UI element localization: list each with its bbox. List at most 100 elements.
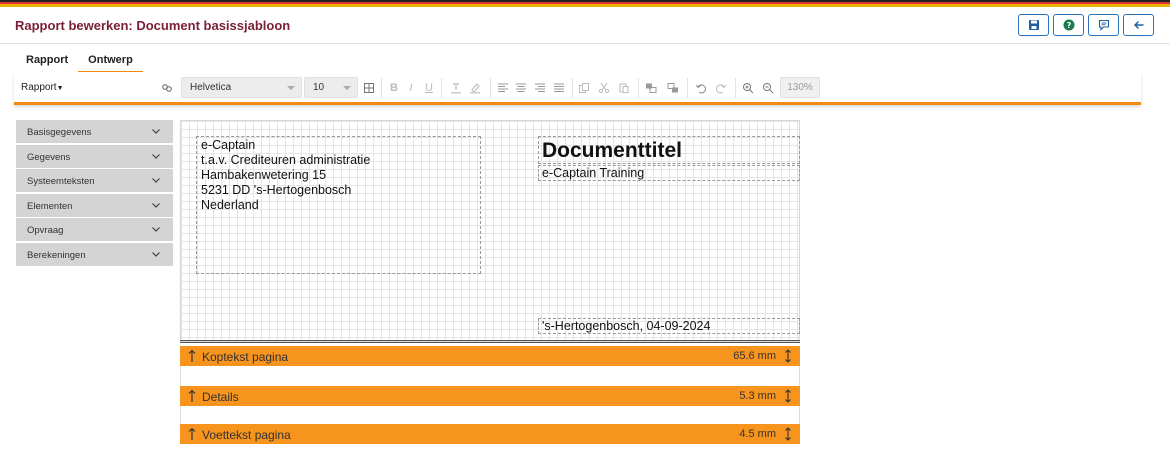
bring-front-icon[interactable] — [644, 81, 658, 95]
band-label: Voettekst pagina — [202, 428, 291, 442]
sidebar-item-berekeningen[interactable]: Berekeningen — [16, 242, 173, 266]
chevron-down-icon — [152, 153, 160, 159]
chevron-down-icon — [152, 129, 160, 134]
arrow-up-icon — [188, 350, 196, 362]
align-right-icon[interactable] — [533, 81, 547, 95]
band-label: Koptekst pagina — [202, 350, 289, 364]
sidebar-item-label: Opvraag — [27, 225, 64, 236]
section-separator — [180, 340, 800, 343]
arrow-left-icon — [1133, 21, 1143, 29]
rapport-menu[interactable]: Rapport▼ — [21, 82, 64, 93]
band-footer[interactable]: Voettekst pagina 4.5 mm — [180, 424, 800, 444]
toolbar-divider — [381, 78, 382, 98]
place-date-field[interactable]: 's-Hertogenbosch, 04-09-2024 — [538, 318, 800, 334]
zoom-level[interactable]: 130% — [780, 77, 820, 98]
resize-vertical-icon[interactable] — [784, 427, 792, 441]
sidebar-item-opvraag[interactable]: Opvraag — [16, 218, 173, 241]
resize-vertical-icon[interactable] — [784, 389, 792, 403]
floppy-disk-icon — [1028, 20, 1039, 30]
link-icon[interactable] — [160, 81, 174, 95]
align-center-icon[interactable] — [514, 81, 528, 95]
sidebar-item-label: Gegevens — [27, 151, 71, 163]
help-button[interactable]: ? — [1053, 14, 1084, 36]
tab-ontwerp[interactable]: Ontwerp — [78, 52, 143, 73]
arrow-up-icon — [188, 390, 196, 402]
toolbar-divider — [441, 78, 442, 98]
comment-button[interactable] — [1088, 14, 1119, 36]
address-line: 5231 DD 's-Hertogenbosch — [201, 183, 352, 197]
address-block[interactable]: e-Captain t.a.v. Crediteuren administrat… — [196, 136, 481, 274]
document-subtitle-field[interactable]: e-Captain Training — [538, 165, 800, 181]
address-line: Nederland — [201, 198, 259, 212]
toolbar-divider — [735, 78, 736, 98]
save-button[interactable] — [1018, 14, 1049, 36]
toolbar-divider — [687, 78, 688, 98]
band-details[interactable]: Details 5.3 mm — [180, 386, 800, 406]
resize-vertical-icon[interactable] — [784, 349, 792, 363]
design-grid[interactable]: e-Captain t.a.v. Crediteuren administrat… — [180, 120, 800, 342]
bold-icon[interactable]: B — [387, 81, 401, 95]
address-line: t.a.v. Crediteuren administratie — [201, 153, 371, 167]
sidebar-item-systeemteksten[interactable]: Systeemteksten — [16, 169, 173, 192]
zoom-in-icon[interactable] — [741, 81, 755, 95]
text-color-icon[interactable] — [449, 81, 463, 95]
zoom-out-icon[interactable] — [761, 81, 775, 95]
work-area: Rapport Ontwerp Rapport▼ Helvetica 10 B … — [0, 44, 1170, 456]
undo-icon[interactable] — [694, 81, 708, 95]
report-canvas: e-Captain t.a.v. Crediteuren administrat… — [180, 120, 800, 456]
sidebar-item-label: Basisgegevens — [27, 127, 92, 138]
tab-rapport[interactable]: Rapport — [16, 52, 78, 73]
redo-icon[interactable] — [714, 81, 728, 95]
arrow-up-icon — [188, 428, 196, 440]
sidebar-item-label: Systeemteksten — [27, 176, 95, 187]
align-justify-icon[interactable] — [552, 81, 566, 95]
sidebar-item-gegevens[interactable]: Gegevens — [16, 144, 173, 168]
chevron-down-icon — [152, 251, 160, 257]
chevron-down-icon — [152, 202, 160, 208]
band-size: 5.3 mm — [739, 390, 776, 402]
comment-icon — [1098, 19, 1109, 31]
font-family-value: Helvetica — [190, 82, 232, 93]
sidebar-item-label: Berekeningen — [27, 249, 86, 261]
page-title: Rapport bewerken: Document basissjabloon — [15, 18, 291, 33]
title-bar: Rapport bewerken: Document basissjabloon… — [0, 7, 1170, 44]
band-gap — [180, 406, 800, 424]
chevron-down-icon — [152, 227, 160, 232]
size-select-caret-icon — [343, 86, 351, 90]
sidebar-item-elementen[interactable]: Elementen — [16, 193, 173, 217]
address-line: Hambakenwetering 15 — [201, 168, 327, 182]
font-select-caret-icon — [287, 86, 295, 90]
back-button[interactable] — [1123, 14, 1154, 36]
header-actions: ? — [1018, 14, 1154, 36]
caret-down-icon: ▼ — [56, 85, 64, 92]
designer-toolbar: Rapport▼ Helvetica 10 B I U 130% — [14, 72, 1141, 105]
highlight-color-icon[interactable] — [468, 81, 482, 95]
chevron-down-icon — [152, 178, 160, 183]
paste-icon[interactable] — [617, 81, 631, 95]
top-color-stripe — [0, 0, 1170, 7]
band-header[interactable]: Koptekst pagina 65.6 mm — [180, 346, 800, 366]
band-size: 4.5 mm — [739, 428, 776, 440]
tab-bar: Rapport Ontwerp — [16, 52, 143, 73]
question-icon: ? — [1063, 19, 1074, 31]
toolbar-divider — [490, 78, 491, 98]
align-left-icon[interactable] — [496, 81, 510, 95]
band-size: 65.6 mm — [733, 350, 776, 362]
sidebar-item-basisgegevens[interactable]: Basisgegevens — [16, 120, 173, 143]
sidebar-item-label: Elementen — [27, 200, 73, 212]
scissors-icon[interactable] — [597, 81, 611, 95]
band-gap — [180, 366, 800, 386]
underline-icon[interactable]: U — [422, 81, 436, 95]
table-icon[interactable] — [362, 81, 376, 95]
font-size-select[interactable]: 10 — [304, 77, 358, 98]
italic-icon[interactable]: I — [404, 81, 418, 95]
font-family-select[interactable]: Helvetica — [181, 77, 302, 98]
svg-text:?: ? — [1066, 21, 1071, 30]
document-title-field[interactable]: Documenttitel — [538, 136, 800, 164]
copy-icon[interactable] — [577, 81, 591, 95]
font-size-value: 10 — [313, 82, 325, 93]
element-sidebar: Basisgegevens Gegevens Systeemteksten El… — [16, 120, 173, 267]
toolbar-divider — [572, 78, 573, 98]
send-back-icon[interactable] — [666, 81, 680, 95]
toolbar-divider — [638, 78, 639, 98]
